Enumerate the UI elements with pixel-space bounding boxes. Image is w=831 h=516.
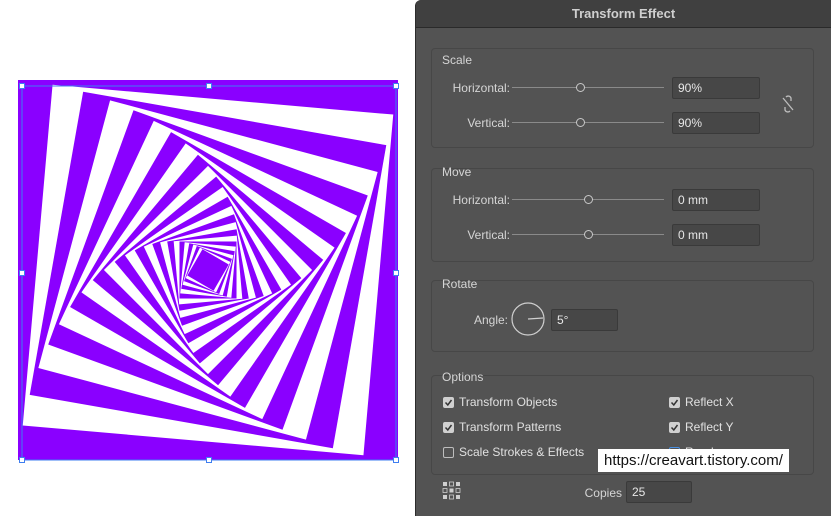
move-horizontal-slider-thumb[interactable] xyxy=(584,195,593,204)
selection-handle[interactable] xyxy=(393,457,399,463)
selection-handle[interactable] xyxy=(206,83,212,89)
scale-horizontal-label: Horizontal: xyxy=(452,81,510,95)
move-group xyxy=(431,168,814,262)
selection-handle[interactable] xyxy=(393,270,399,276)
angle-input[interactable] xyxy=(551,309,618,331)
scale-strokes-checkbox[interactable] xyxy=(443,446,454,458)
reflect-y-label: Reflect Y xyxy=(685,420,734,434)
scale-horizontal-slider-track[interactable] xyxy=(512,87,664,88)
transform-objects-option[interactable]: Transform Objects xyxy=(443,395,557,409)
move-vertical-input[interactable] xyxy=(672,224,760,246)
scale-vertical-label: Vertical: xyxy=(467,116,510,130)
scale-strokes-option[interactable]: Scale Strokes & Effects xyxy=(443,445,584,459)
copies-label: Copies xyxy=(584,486,622,500)
dialog-title: Transform Effect xyxy=(416,0,831,28)
selection-handle[interactable] xyxy=(19,457,25,463)
scale-vertical-input[interactable] xyxy=(672,112,760,134)
selection-handle[interactable] xyxy=(19,270,25,276)
move-vertical-slider-thumb[interactable] xyxy=(584,230,593,239)
move-horizontal-label: Horizontal: xyxy=(452,193,510,207)
scale-horizontal-input[interactable] xyxy=(672,77,760,99)
reflect-x-label: Reflect X xyxy=(685,395,734,409)
check-icon xyxy=(444,424,453,431)
scale-vertical-slider-track[interactable] xyxy=(512,122,664,123)
transform-objects-label: Transform Objects xyxy=(459,395,558,409)
reflect-y-checkbox[interactable] xyxy=(669,421,680,433)
selection-handle[interactable] xyxy=(19,83,25,89)
move-title: Move xyxy=(442,165,472,179)
angle-dial-icon[interactable] xyxy=(510,301,546,337)
reflect-y-option[interactable]: Reflect Y xyxy=(669,420,733,434)
check-icon xyxy=(670,399,679,406)
watermark-url: https://creavart.tistory.com/ xyxy=(598,449,789,472)
check-icon xyxy=(444,399,453,406)
transform-patterns-option[interactable]: Transform Patterns xyxy=(443,420,561,434)
copies-input[interactable] xyxy=(626,481,692,503)
transform-effect-dialog: Transform Effect Scale Horizontal: Verti… xyxy=(415,0,831,516)
check-icon xyxy=(670,424,679,431)
move-horizontal-input[interactable] xyxy=(672,189,760,211)
reflect-x-option[interactable]: Reflect X xyxy=(669,395,734,409)
transform-patterns-label: Transform Patterns xyxy=(459,420,562,434)
scale-vertical-slider-thumb[interactable] xyxy=(576,118,585,127)
selection-handle[interactable] xyxy=(206,457,212,463)
scale-horizontal-slider-thumb[interactable] xyxy=(576,83,585,92)
spiral-artwork[interactable] xyxy=(0,0,415,516)
transform-objects-checkbox[interactable] xyxy=(443,396,454,408)
unlink-icon[interactable] xyxy=(780,95,796,113)
options-title: Options xyxy=(442,370,484,384)
scale-strokes-label: Scale Strokes & Effects xyxy=(459,445,585,459)
selection-handle[interactable] xyxy=(393,83,399,89)
angle-label: Angle: xyxy=(473,313,508,327)
transform-patterns-checkbox[interactable] xyxy=(443,421,454,433)
artboard-canvas[interactable] xyxy=(0,0,415,516)
reflect-x-checkbox[interactable] xyxy=(669,396,680,408)
move-vertical-label: Vertical: xyxy=(467,228,510,242)
scale-title: Scale xyxy=(442,53,473,67)
rotate-title: Rotate xyxy=(442,277,478,291)
reference-point-icon[interactable] xyxy=(442,481,461,500)
